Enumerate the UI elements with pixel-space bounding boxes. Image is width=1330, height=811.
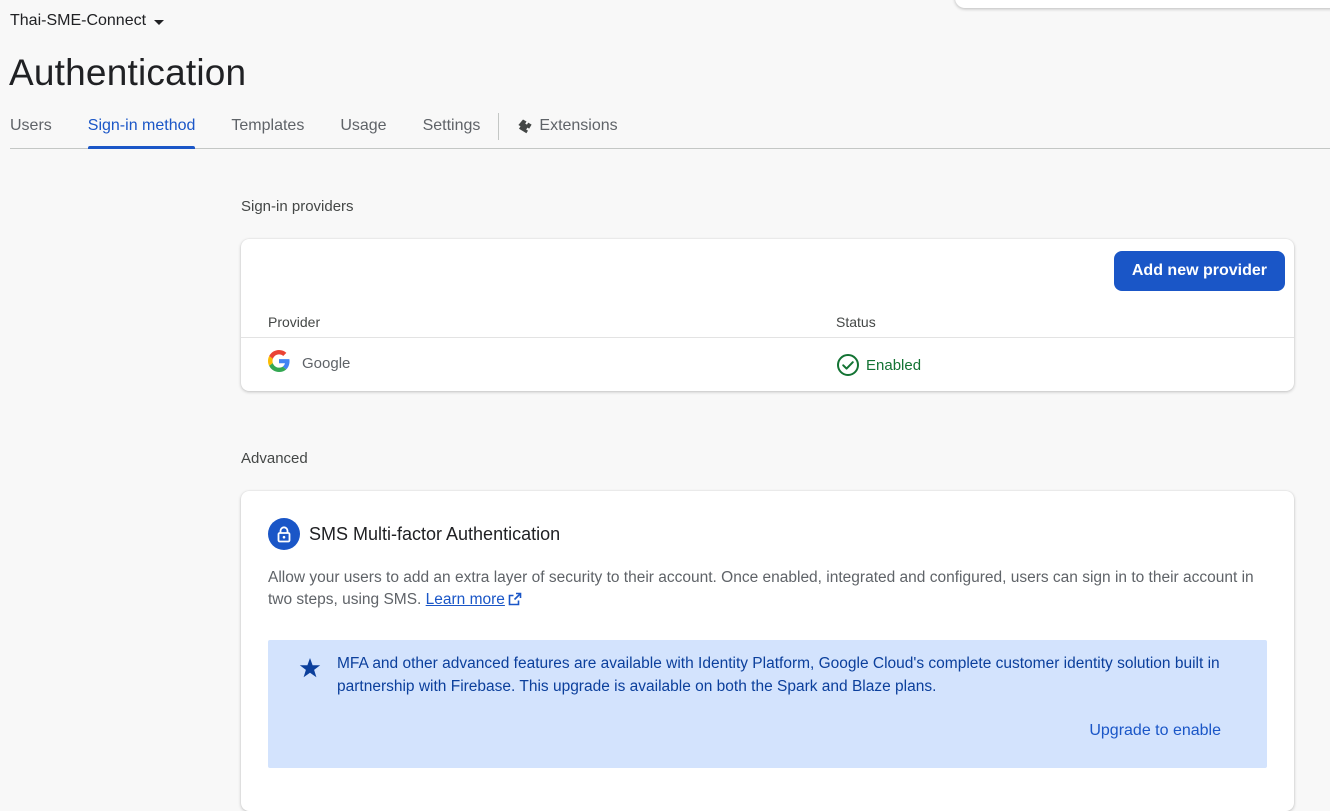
column-header-status: Status bbox=[836, 314, 876, 330]
lock-icon bbox=[268, 518, 300, 550]
learn-more-link[interactable]: Learn more bbox=[426, 591, 522, 608]
upgrade-to-enable-link[interactable]: Upgrade to enable bbox=[1089, 722, 1221, 740]
tab-users[interactable]: Users bbox=[10, 104, 52, 148]
mfa-title: SMS Multi-factor Authentication bbox=[309, 523, 561, 544]
advanced-heading: Advanced bbox=[241, 450, 308, 467]
providers-card: Add new provider Provider Status Google … bbox=[241, 239, 1294, 391]
tab-extensions[interactable]: Extensions bbox=[517, 104, 618, 148]
status-cell: Enabled bbox=[836, 353, 921, 377]
add-new-provider-button[interactable]: Add new provider bbox=[1113, 251, 1285, 291]
learn-more-label: Learn more bbox=[425, 591, 505, 608]
tab-extensions-label: Extensions bbox=[539, 117, 618, 134]
provider-name: Google bbox=[302, 354, 351, 372]
mfa-description-text: Allow your users to add an extra layer o… bbox=[268, 569, 1254, 608]
table-divider bbox=[241, 337, 1294, 338]
mfa-description: Allow your users to add an extra layer o… bbox=[268, 567, 1273, 611]
tab-sign-in-method[interactable]: Sign-in method bbox=[87, 104, 195, 149]
mfa-card: SMS Multi-factor Authentication Allow yo… bbox=[241, 491, 1294, 811]
dropdown-caret-icon bbox=[154, 19, 165, 25]
sign-in-providers-heading: Sign-in providers bbox=[241, 198, 354, 215]
google-logo-icon bbox=[268, 350, 290, 372]
status-badge: Enabled bbox=[866, 356, 922, 374]
extension-icon bbox=[518, 119, 532, 134]
table-row[interactable]: Google bbox=[268, 350, 350, 372]
star-icon bbox=[299, 658, 321, 678]
external-link-icon bbox=[508, 592, 522, 606]
tab-bar: Users Sign-in method Templates Usage Set… bbox=[10, 104, 1330, 149]
check-circle-icon bbox=[837, 354, 859, 376]
floating-panel-edge bbox=[955, 0, 1330, 8]
column-header-provider: Provider bbox=[268, 314, 321, 330]
tab-templates[interactable]: Templates bbox=[231, 104, 304, 148]
page-title: Authentication bbox=[9, 52, 247, 93]
project-name: Thai-SME-Connect bbox=[10, 12, 147, 29]
tab-usage[interactable]: Usage bbox=[340, 104, 386, 148]
tab-divider bbox=[498, 113, 500, 140]
tab-settings[interactable]: Settings bbox=[423, 104, 481, 148]
upgrade-banner: MFA and other advanced features are avai… bbox=[268, 640, 1267, 768]
project-selector[interactable]: Thai-SME-Connect bbox=[10, 11, 165, 31]
banner-text: MFA and other advanced features are avai… bbox=[337, 655, 1220, 695]
mfa-header: SMS Multi-factor Authentication bbox=[268, 518, 560, 550]
